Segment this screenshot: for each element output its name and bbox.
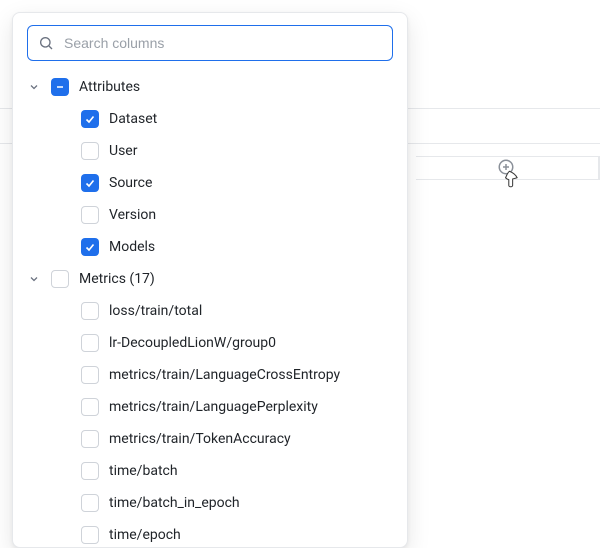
checkbox-unchecked[interactable] xyxy=(81,334,99,352)
group-label: Attributes xyxy=(79,79,140,95)
item-label: loss/train/total xyxy=(109,303,202,319)
column-tree: Attributes Dataset User Source Ve xyxy=(27,71,393,548)
item-label: time/epoch xyxy=(109,527,181,543)
item-label: Version xyxy=(109,207,156,223)
checkbox-unchecked[interactable] xyxy=(81,494,99,512)
item-label: metrics/train/TokenAccuracy xyxy=(109,431,291,447)
group-attributes[interactable]: Attributes xyxy=(27,71,393,103)
item-metric[interactable]: time/batch_in_epoch xyxy=(51,487,393,519)
checkbox-unchecked[interactable] xyxy=(81,430,99,448)
checkbox-unchecked[interactable] xyxy=(81,142,99,160)
item-source[interactable]: Source xyxy=(51,167,393,199)
checkbox-checked[interactable] xyxy=(81,110,99,128)
add-column-button[interactable] xyxy=(497,158,515,176)
item-metric[interactable]: lr-DecoupledLionW/group0 xyxy=(51,327,393,359)
chevron-down-icon xyxy=(27,272,41,286)
item-metric[interactable]: time/batch xyxy=(51,455,393,487)
item-metric[interactable]: loss/train/total xyxy=(51,295,393,327)
item-label: User xyxy=(109,143,137,159)
checkbox-checked[interactable] xyxy=(81,238,99,256)
item-version[interactable]: Version xyxy=(51,199,393,231)
metrics-items: loss/train/total lr-DecoupledLionW/group… xyxy=(51,295,393,548)
item-models[interactable]: Models xyxy=(51,231,393,263)
search-columns-field[interactable] xyxy=(27,25,393,61)
item-label: Models xyxy=(109,239,155,255)
checkbox-unchecked[interactable] xyxy=(81,206,99,224)
item-metric[interactable]: metrics/train/TokenAccuracy xyxy=(51,423,393,455)
checkbox-indeterminate[interactable] xyxy=(51,78,69,96)
group-metrics[interactable]: Metrics (17) xyxy=(27,263,393,295)
item-label: metrics/train/LanguageCrossEntropy xyxy=(109,367,340,383)
item-user[interactable]: User xyxy=(51,135,393,167)
item-metric[interactable]: time/epoch xyxy=(51,519,393,548)
chevron-down-icon xyxy=(27,80,41,94)
checkbox-unchecked[interactable] xyxy=(81,526,99,544)
item-label: time/batch xyxy=(109,463,178,479)
item-label: lr-DecoupledLionW/group0 xyxy=(109,335,276,351)
checkbox-unchecked[interactable] xyxy=(81,462,99,480)
item-metric[interactable]: metrics/train/LanguagePerplexity xyxy=(51,391,393,423)
checkbox-unchecked[interactable] xyxy=(81,366,99,384)
item-label: Dataset xyxy=(109,111,157,127)
checkbox-unchecked[interactable] xyxy=(51,270,69,288)
checkbox-checked[interactable] xyxy=(81,174,99,192)
search-icon xyxy=(38,35,54,51)
group-label: Metrics (17) xyxy=(79,271,155,287)
attributes-items: Dataset User Source Version Models xyxy=(51,103,393,263)
item-dataset[interactable]: Dataset xyxy=(51,103,393,135)
checkbox-unchecked[interactable] xyxy=(81,302,99,320)
checkbox-unchecked[interactable] xyxy=(81,398,99,416)
item-label: metrics/train/LanguagePerplexity xyxy=(109,399,318,415)
item-label: time/batch_in_epoch xyxy=(109,495,240,511)
search-input[interactable] xyxy=(62,34,382,52)
item-metric[interactable]: metrics/train/LanguageCrossEntropy xyxy=(51,359,393,391)
column-picker-popover: Attributes Dataset User Source Ve xyxy=(12,12,408,548)
item-label: Source xyxy=(109,175,152,191)
